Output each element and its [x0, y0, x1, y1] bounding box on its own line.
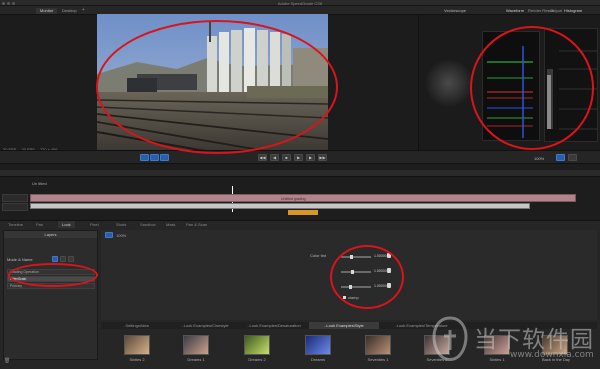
output-view-button[interactable]: [556, 154, 565, 161]
look-label-sixties2: Sixties 2: [129, 357, 145, 362]
effect-enable-button[interactable]: [105, 232, 113, 238]
tab-pan-scan[interactable]: Pan & Scan: [182, 221, 211, 228]
trash-icon[interactable]: 🗑: [4, 358, 10, 364]
look-tab-cinestyle[interactable]: ..Look Examples\Cinestyle: [171, 322, 239, 329]
layer-actions: 🗑: [4, 358, 94, 366]
layers-panel: Layers Mode & Name Grading Operation Fil…: [3, 230, 98, 360]
add-layer-button[interactable]: [52, 256, 58, 262]
forward-icon[interactable]: ▶▶: [318, 154, 327, 161]
tab-timeline[interactable]: Timeline: [4, 221, 27, 228]
clip-strip[interactable]: [30, 203, 530, 209]
look-tab-desaturation[interactable]: ..Look Examples\Desaturation: [239, 322, 309, 329]
color-tint-label: Color tint: [310, 253, 327, 258]
look-thumb-dreams2[interactable]: [244, 335, 270, 355]
mode-name-label: Mode & Name: [7, 257, 33, 262]
effect-zoom: 100%: [116, 233, 127, 238]
add-tab-icon[interactable]: +: [82, 7, 85, 13]
play-icon[interactable]: ▶: [294, 154, 303, 161]
step-forward-icon[interactable]: ▶: [306, 154, 315, 161]
look-thumb-seventies1[interactable]: [365, 335, 391, 355]
loop-button[interactable]: [160, 154, 169, 161]
transport-bar: ◀◀ ◀ ■ ▶ ▶ ▶▶ 100%: [0, 150, 600, 164]
in-out-range[interactable]: [288, 210, 318, 215]
tab-pixel[interactable]: Pixel: [86, 221, 103, 228]
fullscreen-button[interactable]: [568, 154, 577, 161]
look-tab-style[interactable]: ..Look Examples\Style: [309, 322, 379, 329]
look-label-seventies1: Seventies 1: [367, 357, 389, 362]
tab-monitor[interactable]: Monitor: [36, 7, 58, 14]
histogram-tab[interactable]: Histogram: [560, 8, 586, 15]
rewind-icon[interactable]: ◀◀: [258, 154, 267, 161]
vectorscope-display: [424, 58, 474, 108]
look-label-dreams: Dreams: [310, 357, 325, 362]
tab-mask[interactable]: Mask: [162, 221, 180, 228]
watermark-url: www.downxia.com: [510, 350, 594, 360]
timeline-ruler[interactable]: [0, 170, 600, 177]
zoom-readout[interactable]: 100%: [534, 156, 544, 161]
lock-icon[interactable]: [68, 256, 74, 262]
watermark: 当下软件园 www.downxia.com: [430, 312, 598, 369]
eye-icon[interactable]: [60, 256, 66, 262]
step-back-icon[interactable]: ◀: [270, 154, 279, 161]
layer-toolbar: [52, 256, 96, 262]
stop-icon[interactable]: ■: [282, 154, 291, 161]
track-label: Untitled grading: [281, 196, 306, 201]
split-view-button[interactable]: [150, 154, 159, 161]
look-thumb-sixties2[interactable]: [124, 335, 150, 355]
track-header-2[interactable]: [2, 203, 28, 211]
layers-header: Layers: [4, 231, 97, 238]
watermark-logo-icon: [432, 316, 468, 361]
look-label-dreams1: Dreams 1: [187, 357, 205, 362]
track-header-1[interactable]: [2, 194, 28, 202]
window-title: Adobe SpeedGrade CS6: [277, 0, 323, 6]
highlight-waveform: [470, 26, 594, 150]
timeline-marker-label: Un titled: [32, 181, 47, 186]
watermark-text: 当下软件园: [474, 327, 594, 353]
look-tab-settings[interactable]: ..Settings\Idea: [101, 322, 171, 329]
compare-mode-button[interactable]: [140, 154, 149, 161]
tab-shots[interactable]: Shots: [112, 221, 130, 228]
tab-sandbox[interactable]: Sandbox: [136, 221, 160, 228]
look-thumb-dreams[interactable]: [305, 335, 331, 355]
highlight-viewer: [96, 20, 338, 154]
vectorscope-tab[interactable]: Vectorscope: [440, 8, 470, 15]
look-thumb-dreams1[interactable]: [183, 335, 209, 355]
grading-track[interactable]: Untitled grading: [30, 194, 576, 202]
highlight-layer: [8, 263, 98, 287]
tab-desktop[interactable]: Desktop: [58, 8, 81, 15]
tab-pan[interactable]: Pan: [32, 221, 47, 228]
look-label-dreams2: Dreams 2: [248, 357, 266, 362]
tab-look[interactable]: Look: [58, 221, 75, 228]
highlight-controls: [330, 245, 404, 309]
